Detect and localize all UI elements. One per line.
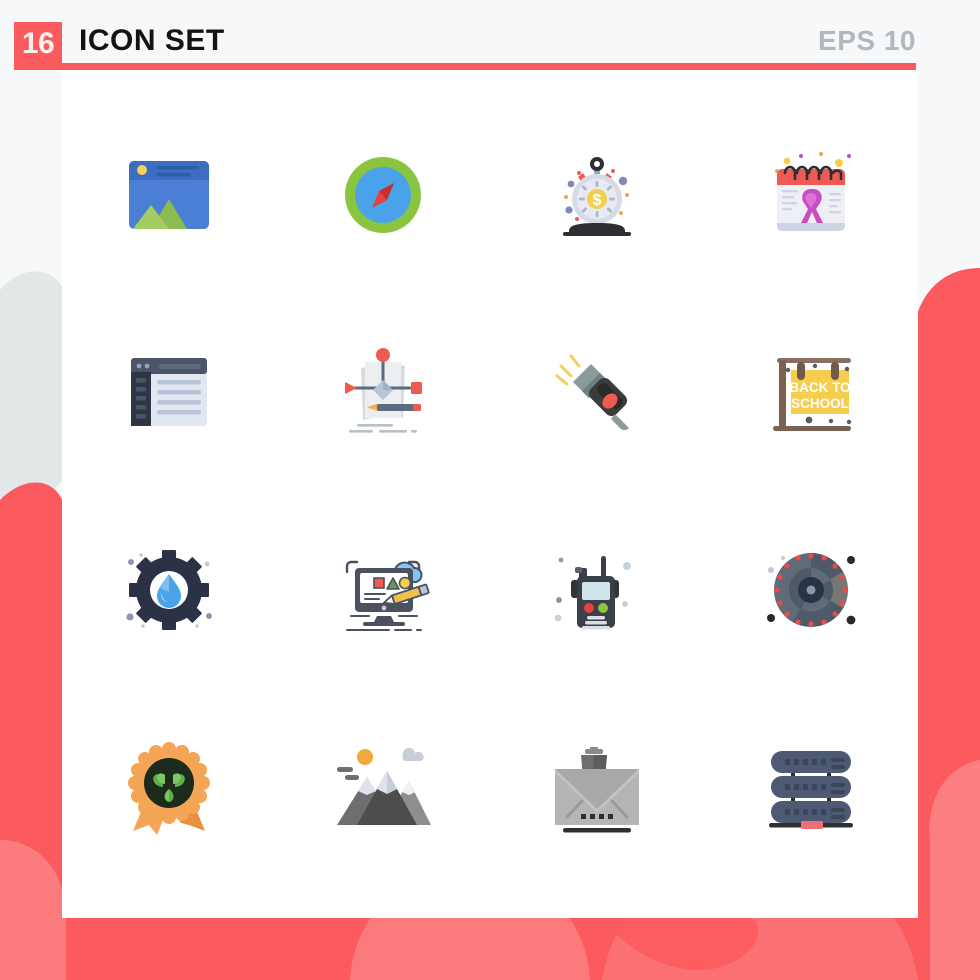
water-settings-gear-icon: [126, 549, 212, 630]
gray-blob-left: [0, 271, 66, 504]
server-rack-icon: [769, 751, 853, 830]
awareness-calendar-icon: [775, 151, 851, 231]
icon-cell-mountain-landscape[interactable]: [276, 689, 490, 887]
icon-cell-web-layout[interactable]: [62, 294, 276, 492]
icon-cell-water-settings-gear[interactable]: [62, 491, 276, 689]
icon-cell-walkie-talkie[interactable]: [490, 491, 704, 689]
trash-envelope-icon: [555, 747, 639, 833]
icon-cell-image-gallery[interactable]: [62, 96, 276, 294]
icon-cell-server-rack[interactable]: [704, 689, 918, 887]
icon-count-badge: 16: [14, 22, 62, 66]
icon-cell-graphic-design-monitor[interactable]: [276, 491, 490, 689]
eps-version-label: EPS 10: [818, 25, 916, 56]
image-gallery-icon: [129, 160, 209, 229]
web-layout-icon: [131, 358, 207, 427]
graphic-design-monitor-icon: [345, 560, 430, 631]
header: 16 ICON SET EPS 10: [0, 0, 980, 70]
icon-cell-trash-envelope[interactable]: [490, 689, 704, 887]
sign-text-line-1: BACK TO: [789, 380, 850, 395]
radar-dish-icon: [767, 552, 856, 627]
mountain-landscape-icon: [337, 748, 431, 826]
svg-text:$: $: [593, 192, 602, 209]
icon-cell-clover-award-badge[interactable]: [62, 689, 276, 887]
icon-cell-design-process[interactable]: [276, 294, 490, 492]
icon-cell-awareness-calendar[interactable]: [704, 96, 918, 294]
compass-icon: [345, 156, 421, 233]
page-title: ICON SET: [79, 24, 225, 57]
icon-cell-money-stopwatch[interactable]: $: [490, 96, 704, 294]
flashlight-icon: [555, 354, 629, 431]
clover-award-badge-icon: [128, 742, 210, 836]
walkie-talkie-icon: [554, 555, 631, 630]
icon-cell-compass[interactable]: [276, 96, 490, 294]
icon-grid: $ BACK TO SCHOOL: [62, 96, 918, 886]
icon-cell-back-to-school-sign[interactable]: BACK TO SCHOOL: [704, 294, 918, 492]
money-stopwatch-icon: $: [563, 156, 631, 236]
design-process-icon: [345, 348, 422, 433]
header-rule: [14, 63, 916, 70]
back-to-school-sign-icon: BACK TO SCHOOL: [773, 358, 852, 432]
icon-cell-radar-dish[interactable]: [704, 491, 918, 689]
icon-cell-flashlight[interactable]: [490, 294, 704, 492]
sign-text-line-2: SCHOOL: [791, 396, 849, 411]
